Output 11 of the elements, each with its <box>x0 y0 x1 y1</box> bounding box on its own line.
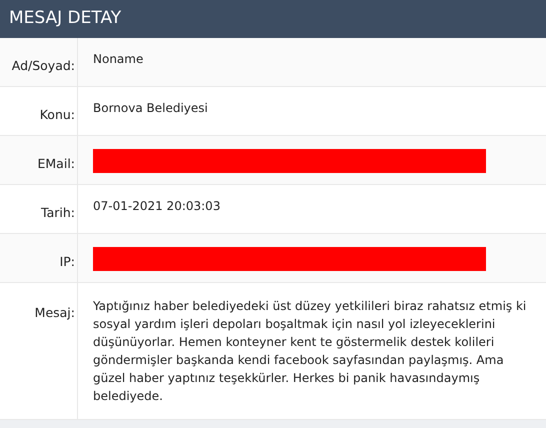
field-label: Tarih: <box>41 205 75 222</box>
field-label: IP: <box>60 254 75 271</box>
field-value: Bornova Belediyesi <box>93 100 209 116</box>
field-value: Yaptığınız haber belediyedeki üst düzey yetkilileri biraz rahatsız etmiş ki sosyal yardım işleri depoları boşaltmak için nasıl yol izleyeceklerini düşünüyorlar. Hemen konteyner kent te göstermelik destek kolileri göndermişler başkanda kendi facebook sayfasından paylaşmış. Ama güzel haber yaptınız teşekkürler. Herkes bi panik havasındaymış belediyede. <box>93 298 528 405</box>
panel-title: MESAJ DETAY <box>9 7 122 30</box>
field-label: EMail: <box>38 156 75 173</box>
field-label: Mesaj: <box>34 305 75 322</box>
field-value: 07-01-2021 20:03:03 <box>93 198 222 214</box>
field-label: Ad/Soyad: <box>12 58 75 75</box>
field-label: Konu: <box>40 107 75 124</box>
field-value: Noname <box>93 51 144 67</box>
